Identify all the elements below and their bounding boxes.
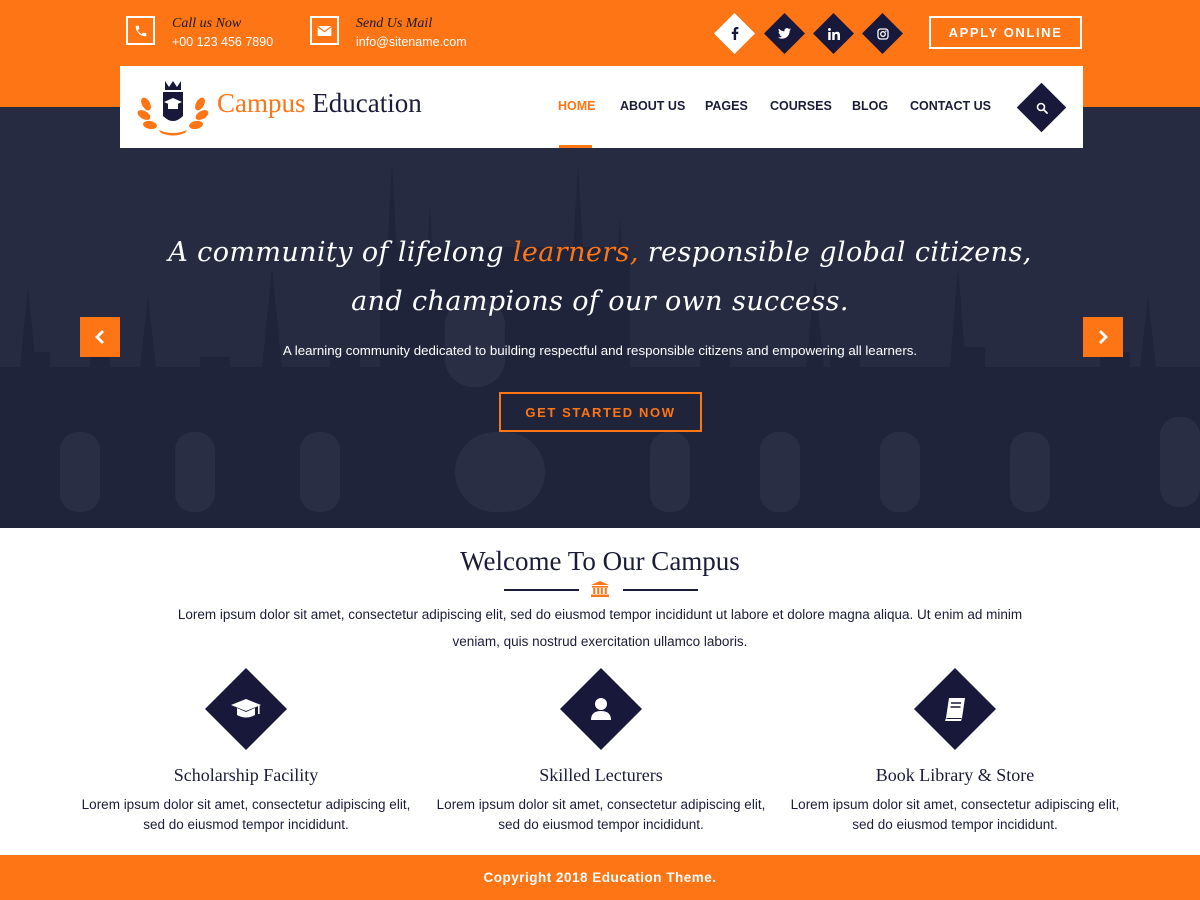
feature-title: Scholarship Facility — [173, 765, 319, 785]
user-icon — [591, 698, 611, 720]
copyright-text: Copyright 2018 Education Theme. — [483, 870, 717, 885]
title-divider-left — [504, 589, 579, 591]
feature-icon-badge — [559, 667, 643, 751]
institution-icon — [591, 581, 609, 597]
feature-text: Lorem ipsum dolor sit amet, consectetur … — [790, 797, 1120, 832]
feature-icon-badge — [913, 667, 997, 751]
feature-text: Lorem ipsum dolor sit amet, consectetur … — [81, 797, 411, 832]
hero-heading-line2: and champions of our own success. — [351, 286, 849, 317]
chevron-left-icon — [95, 330, 104, 344]
instagram-button[interactable] — [861, 12, 904, 55]
slider-next-button[interactable] — [1083, 317, 1123, 357]
nav-courses[interactable]: COURSES — [770, 99, 832, 113]
feature-icon-badge — [204, 667, 288, 751]
welcome-title: Welcome To Our Campus — [460, 546, 740, 576]
facebook-button[interactable] — [713, 12, 756, 55]
nav-contact-us[interactable]: CONTACT US — [910, 99, 991, 113]
slider-prev-button[interactable] — [80, 317, 120, 357]
main-navbar: Campus Education HOME ABOUT US PAGES COU… — [120, 66, 1083, 148]
footer: Copyright 2018 Education Theme. — [0, 855, 1200, 900]
phone-icon — [126, 16, 155, 45]
mail-title: Send Us Mail — [356, 16, 433, 31]
nav-blog[interactable]: BLOG — [852, 99, 888, 113]
hero-heading-highlight: learners, — [512, 237, 639, 268]
graduation-cap-icon — [231, 699, 261, 718]
envelope-icon — [310, 16, 339, 45]
campus-logo[interactable] — [137, 78, 209, 136]
nav-about-us[interactable]: ABOUT US — [620, 99, 685, 113]
email-address[interactable]: info@sitename.com — [356, 34, 467, 50]
mail-contact: Send Us Mail info@sitename.com — [310, 16, 467, 50]
search-button[interactable] — [1016, 82, 1067, 133]
feature-text: Lorem ipsum dolor sit amet, consectetur … — [436, 797, 766, 832]
linkedin-icon — [827, 27, 840, 40]
brand-name[interactable]: Campus Education — [217, 88, 422, 119]
linkedin-button[interactable] — [812, 12, 855, 55]
active-nav-indicator — [559, 145, 592, 148]
call-title: Call us Now — [172, 16, 242, 31]
search-icon — [1036, 102, 1048, 114]
feature-title: Book Library & Store — [875, 765, 1035, 785]
hero-heading-line1: A community of lifelong learners, respon… — [168, 237, 1032, 268]
chevron-right-icon — [1099, 330, 1108, 344]
hero-subtitle: A learning community dedicated to buildi… — [282, 343, 918, 358]
instagram-icon — [876, 27, 889, 40]
hero-slider: A community of lifelong learners, respon… — [0, 107, 1200, 528]
call-contact: Call us Now +00 123 456 7890 — [126, 16, 273, 50]
phone-number[interactable]: +00 123 456 7890 — [172, 34, 273, 50]
title-divider-right — [623, 589, 698, 591]
apply-online-button[interactable]: APPLY ONLINE — [929, 16, 1082, 49]
feature-title: Skilled Lecturers — [539, 765, 663, 785]
twitter-icon — [778, 28, 791, 39]
twitter-button[interactable] — [763, 12, 806, 55]
nav-pages[interactable]: PAGES — [705, 99, 748, 113]
get-started-button[interactable]: GET STARTED NOW — [499, 392, 702, 432]
facebook-icon — [731, 27, 738, 40]
book-icon — [945, 698, 965, 721]
welcome-description: Lorem ipsum dolor sit amet, consectetur … — [177, 607, 1023, 649]
nav-home[interactable]: HOME — [558, 99, 596, 113]
